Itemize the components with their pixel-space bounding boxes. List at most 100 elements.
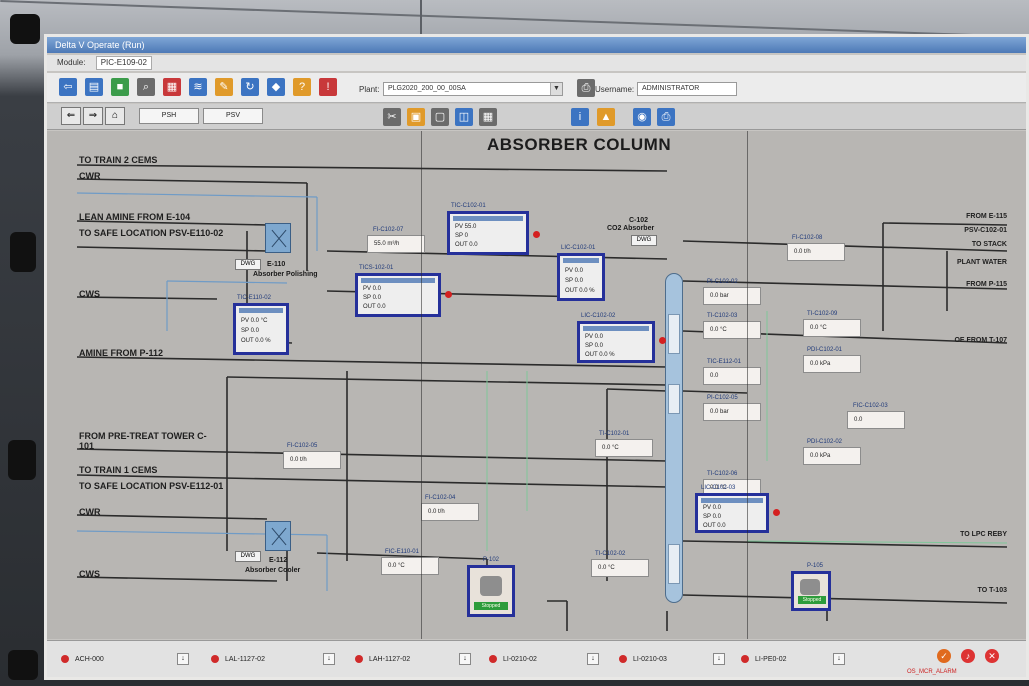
dwg-button[interactable]: DWG (235, 259, 261, 270)
refresh-icon[interactable]: ↻ (241, 78, 259, 96)
controller-faceplate[interactable]: PV 0.0 SP 0.0 OUT 0.0 % (557, 253, 605, 301)
indicator-box[interactable]: 0.0 t/h (283, 451, 341, 469)
display-icon[interactable]: ▢ (431, 108, 449, 126)
faceplate-tag: TIC-E110-02 (237, 295, 271, 301)
trend-icon[interactable]: ≋ (189, 78, 207, 96)
dwg-button[interactable]: DWG (235, 551, 261, 562)
navigate-icon[interactable]: ◆ (267, 78, 285, 96)
indicator-box[interactable]: 0.0 t/h (787, 243, 845, 261)
nav-back-icon[interactable]: ⇐ (61, 107, 81, 125)
indicator-box[interactable]: 0.0 °C (591, 559, 649, 577)
indicator-box[interactable]: 0.0 °C (595, 439, 653, 457)
cut-icon[interactable]: ✂ (383, 108, 401, 126)
printer-icon[interactable]: ⎙ (657, 108, 675, 126)
heat-exchanger-e110[interactable] (265, 223, 291, 253)
psv-button[interactable]: PSV (203, 108, 263, 124)
stream-label[interactable]: CWR (79, 507, 101, 517)
stream-label[interactable]: TO STACK (927, 241, 1007, 248)
print-icon[interactable]: ⎙ (577, 79, 595, 97)
indicator-box[interactable]: 0.0 °C (381, 557, 439, 575)
nav-forward-icon[interactable]: ⇒ (83, 107, 103, 125)
indicator-box[interactable]: 55.0 m³/h (367, 235, 425, 253)
layout-icon[interactable]: ▦ (479, 108, 497, 126)
plant-select[interactable]: PLG2020_200_00_00SA ▼ (383, 82, 563, 96)
stream-label[interactable]: TO SAFE LOCATION PSV-E110-02 (79, 228, 239, 238)
stream-label[interactable]: FROM P-115 (907, 281, 1007, 288)
help-icon[interactable]: ? (293, 78, 311, 96)
silence-icon[interactable]: ✕ (985, 649, 999, 663)
module-field[interactable]: PIC-E109-02 (95, 56, 152, 70)
indicator-box[interactable]: 0.0 bar (703, 287, 761, 305)
indicator-box[interactable]: 0.0 kPa (803, 447, 861, 465)
warning-icon[interactable]: ▲ (597, 108, 615, 126)
ack-button[interactable]: ↓ (459, 653, 471, 665)
stream-label[interactable]: TO TRAIN 2 CEMS (79, 155, 157, 165)
stream-label[interactable]: OE FROM T-107 (907, 337, 1007, 344)
window-icon[interactable]: ◫ (455, 108, 473, 126)
alarm-indicator (773, 509, 780, 516)
heat-exchanger-e112[interactable] (265, 521, 291, 551)
window-title: Delta V Operate (Run) (47, 37, 1026, 53)
search-icon[interactable]: ⌕ (137, 78, 155, 96)
indicator-box[interactable]: 0.0 °C (703, 321, 761, 339)
horn-icon[interactable]: ♪ (961, 649, 975, 663)
home-icon[interactable]: ⌂ (105, 107, 125, 125)
alarm-item[interactable]: LAL-1127-02 (211, 655, 265, 663)
stream-label[interactable]: TO SAFE LOCATION PSV-E112-01 (79, 481, 249, 491)
pump-p102[interactable]: Stopped (467, 565, 515, 617)
alarm-item[interactable]: LI-0210-03 (619, 655, 667, 663)
dwg-button[interactable]: DWG (631, 235, 657, 246)
checkmark-icon[interactable]: ✓ (937, 649, 951, 663)
open-icon[interactable]: ▤ (85, 78, 103, 96)
user-field[interactable]: ADMINISTRATOR (637, 82, 737, 96)
edit-icon[interactable]: ✎ (215, 78, 233, 96)
stream-label[interactable]: TO T-103 (907, 587, 1007, 594)
controller-faceplate[interactable]: PV 0.0 SP 0.0 OUT 0.0 (355, 273, 441, 317)
indicator-box[interactable]: 0.0 (847, 411, 905, 429)
ack-button[interactable]: ↓ (323, 653, 335, 665)
stream-label[interactable]: CWR (79, 171, 101, 181)
psh-button[interactable]: PSH (139, 108, 199, 124)
ack-button[interactable]: ↓ (177, 653, 189, 665)
tag-label: FI-C102-04 (425, 495, 456, 501)
faceplate-tag: TICS-102-01 (359, 265, 394, 271)
ack-button[interactable]: ↓ (833, 653, 845, 665)
alarm-item[interactable]: LAH-1127-02 (355, 655, 410, 663)
stream-label[interactable]: PLANT WATER (907, 259, 1007, 266)
save-icon[interactable]: ■ (111, 78, 129, 96)
indicator-box[interactable]: 0.0 bar (703, 403, 761, 421)
ack-button[interactable]: ↓ (587, 653, 599, 665)
pump-p105[interactable]: Stopped (791, 571, 831, 611)
stream-label[interactable]: TO TRAIN 1 CEMS (79, 465, 157, 475)
folder-icon[interactable]: ▣ (407, 108, 425, 126)
stream-label[interactable]: CWS (79, 289, 100, 299)
stream-label[interactable]: AMINE FROM P-112 (79, 348, 163, 358)
faceplate-pv: PV 0.0 °C (241, 318, 268, 324)
grid-icon[interactable]: ▦ (163, 78, 181, 96)
info-icon[interactable]: i (571, 108, 589, 126)
alarm-summary-icon[interactable]: ! (319, 78, 337, 96)
controller-faceplate[interactable]: PV 55.0 SP 0 OUT 0.0 (447, 211, 529, 255)
controller-faceplate[interactable]: PV 0.0 SP 0.0 OUT 0.0 % (577, 321, 655, 363)
indicator-box[interactable]: 0.0 °C (803, 319, 861, 337)
absorber-column[interactable] (665, 273, 683, 603)
back-icon[interactable]: ⇦ (59, 78, 77, 96)
stream-label[interactable]: FROM PRE-TREAT TOWER C-101 (79, 431, 219, 451)
stream-label[interactable]: TO LPC REBY (907, 531, 1007, 538)
globe-icon[interactable]: ◉ (633, 108, 651, 126)
alarm-item[interactable]: LI-PE0-02 (741, 655, 787, 663)
stream-label[interactable]: CWS (79, 569, 100, 579)
alarm-item[interactable]: LI-0210-02 (489, 655, 537, 663)
ack-button[interactable]: ↓ (713, 653, 725, 665)
stream-label[interactable]: PSV-C102-01 (927, 227, 1007, 234)
indicator-box[interactable]: 0.0 t/h (421, 503, 479, 521)
chevron-down-icon[interactable]: ▼ (550, 83, 562, 95)
indicator-box[interactable]: 0.0 kPa (803, 355, 861, 373)
stream-label[interactable]: FROM E-115 (927, 213, 1007, 220)
stream-label[interactable]: LEAN AMINE FROM E-104 (79, 212, 190, 222)
controller-faceplate[interactable]: PV 0.0 SP 0.0 OUT 0.0 (695, 493, 769, 533)
controller-faceplate[interactable]: PV 0.0 °C SP 0.0 OUT 0.0 % (233, 303, 289, 355)
indicator-box[interactable]: 0.0 (703, 367, 761, 385)
alarm-indicator (445, 291, 452, 298)
alarm-item[interactable]: ACH-000 (61, 655, 104, 663)
